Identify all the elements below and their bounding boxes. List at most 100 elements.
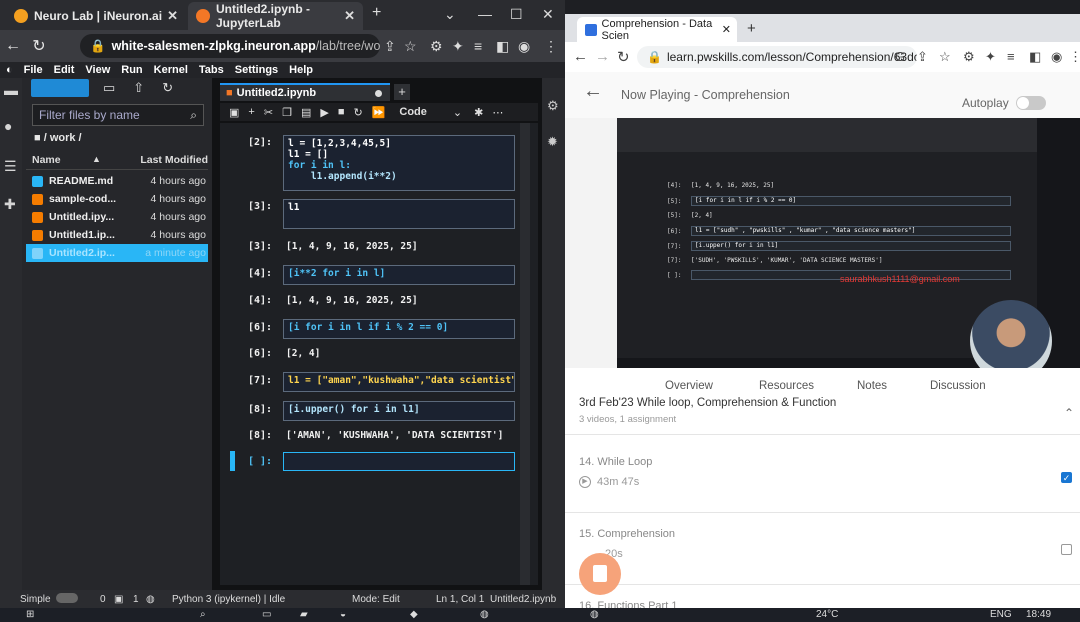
insert-cell-icon[interactable]: + [248,106,254,118]
property-inspector-icon[interactable]: ⚙ [547,98,559,114]
notebook-scrollbar[interactable] [520,123,530,585]
kernel-more-icon[interactable]: ⋯ [492,106,503,119]
browser-tab-neurolab[interactable]: Neuro Lab | iNeuron.ai ✕ [6,2,186,30]
cell-type-select[interactable]: Code [399,106,427,118]
debugger-icon[interactable]: ✹ [547,134,558,150]
notes-fab-button[interactable] [579,553,621,595]
back-arrow-icon[interactable]: ← [583,80,603,103]
code-cell[interactable]: [i for i in l if i % 2 == 0] [283,319,515,339]
upload-icon[interactable]: ⇧ [133,80,144,96]
file-row[interactable]: sample-cod... 4 hours ago [26,190,208,208]
section-title[interactable]: 3rd Feb'23 While loop, Comprehension & F… [579,397,836,409]
profile-avatar-icon[interactable]: ◉ [1051,49,1062,65]
share-icon[interactable]: ⇪ [384,38,396,55]
extensions-icon[interactable]: ✚ [4,196,16,213]
maximize-icon[interactable]: ☐ [510,6,523,23]
code-cell[interactable]: l1 = ["aman","kushwaha","data scientist"… [283,372,515,392]
extension-icon[interactable]: ⚙ [430,38,443,55]
chevron-up-icon[interactable]: ⌃ [1064,406,1074,420]
copy-icon[interactable]: ❐ [282,106,292,119]
lesson-item[interactable]: 15. Comprehension 20s [565,520,1080,570]
minimize-icon[interactable]: — [478,6,492,22]
new-launcher-button[interactable] [31,79,89,97]
task-view-icon[interactable]: ▭ [262,609,271,620]
address-bar[interactable]: 🔒 learn.pwskills.com/lesson/Comprehensio… [637,46,917,68]
close-tab-icon[interactable]: ✕ [344,8,355,24]
close-window-icon[interactable]: ✕ [542,6,554,23]
column-last-modified[interactable]: Last Modified [140,154,208,166]
chevron-down-icon[interactable]: ⌄ [453,106,462,119]
share-icon[interactable]: ⇪ [917,49,928,65]
reload-icon[interactable]: ↻ [617,48,630,66]
stop-icon[interactable]: ■ [338,106,345,118]
puzzle-icon[interactable]: ✦ [452,38,464,55]
refresh-icon[interactable]: ↻ [162,80,173,96]
breadcrumb[interactable]: ■ / work / [34,132,82,144]
kernel-gear-icon[interactable]: ✱ [474,106,483,119]
fast-forward-icon[interactable]: ⏩ [372,106,386,119]
tab-search-icon[interactable]: ⌄ [444,6,456,23]
menu-file[interactable]: File [24,64,43,76]
sidepanel-icon[interactable]: ◧ [496,38,509,55]
kernel-status[interactable]: Python 3 (ipykernel) | Idle [172,594,285,605]
language-indicator[interactable]: ENG [990,609,1012,620]
more-menu-icon[interactable]: ⋮ [1069,49,1080,65]
back-icon[interactable]: ← [573,48,588,65]
windows-start-icon[interactable]: ⊞ [26,609,34,620]
more-menu-icon[interactable]: ⋮ [544,38,558,55]
browser-tab-comprehension[interactable]: Comprehension - Data Scien ✕ [577,17,737,42]
running-icon[interactable]: ● [4,118,12,134]
playlist-icon[interactable]: ≡ [474,38,482,54]
menu-run[interactable]: Run [121,64,142,76]
tab-notes[interactable]: Notes [857,380,887,392]
code-cell[interactable]: [i**2 for i in l] [283,265,515,285]
menu-view[interactable]: View [85,64,110,76]
run-icon[interactable]: ▶ [320,106,328,119]
new-tab-button[interactable]: + [372,4,381,22]
filter-files-input[interactable]: Filter files by name ⌕ [32,104,204,126]
cursor-position[interactable]: Ln 1, Col 1 [436,594,484,605]
file-row-selected[interactable]: Untitled2.ip... a minute ago [26,244,208,262]
new-tab-button[interactable]: + [394,84,410,100]
menu-settings[interactable]: Settings [235,64,278,76]
browser-tab-jupyterlab[interactable]: Untitled2.ipynb - JupyterLab ✕ [188,2,363,30]
menu-edit[interactable]: Edit [54,64,75,76]
paste-icon[interactable]: ▤ [301,106,311,119]
folder-icon[interactable]: ▬ [4,82,18,98]
active-code-cell-input[interactable] [283,452,515,471]
lesson-checkbox[interactable] [1061,544,1072,555]
tab-discussion[interactable]: Discussion [930,380,986,392]
autoplay-toggle[interactable] [1016,96,1046,110]
back-icon[interactable]: ← [0,37,26,55]
bookmark-star-icon[interactable]: ☆ [404,38,417,55]
new-tab-button[interactable]: + [747,20,756,37]
close-tab-icon[interactable]: ✕ [167,8,178,24]
completed-checkbox[interactable]: ✓ [1061,472,1072,483]
file-row[interactable]: Untitled.ipy... 4 hours ago [26,208,208,226]
bookmark-star-icon[interactable]: ☆ [939,49,951,65]
google-icon[interactable]: G [895,49,905,64]
menu-tabs[interactable]: Tabs [199,64,224,76]
column-name[interactable]: Name [32,154,61,166]
extension-icon[interactable]: ⚙ [963,49,975,65]
file-row[interactable]: Untitled1.ip... 4 hours ago [26,226,208,244]
edge-icon[interactable]: ◒ [340,609,346,620]
search-icon[interactable]: ⌕ [200,609,206,620]
code-cell[interactable]: [i.upper() for i in l1] [283,401,515,421]
forward-icon[interactable]: → [595,48,610,65]
profile-avatar-icon[interactable]: ◉ [518,38,530,55]
tab-resources[interactable]: Resources [759,380,814,392]
unsaved-dot-icon[interactable] [375,90,382,97]
save-icon[interactable]: ▣ [229,106,239,119]
file-explorer-icon[interactable]: ▰ [300,609,308,620]
code-cell[interactable]: l = [1,2,3,4,45,5] l1 = [] for i in l: l… [283,135,515,191]
puzzle-icon[interactable]: ✦ [985,49,996,65]
address-bar[interactable]: 🔒 white-salesmen-zlpkg.ineuron.app/lab/t… [80,34,380,58]
chrome-icon[interactable]: ◍ [590,609,599,620]
new-folder-icon[interactable]: ▭ [103,80,115,96]
playlist-icon[interactable]: ≡ [1007,49,1015,64]
chrome-icon[interactable]: ◍ [480,609,489,620]
clock-time[interactable]: 18:49 [1026,609,1051,620]
file-row[interactable]: README.md 4 hours ago [26,172,208,190]
commands-icon[interactable]: ☰ [4,158,17,175]
